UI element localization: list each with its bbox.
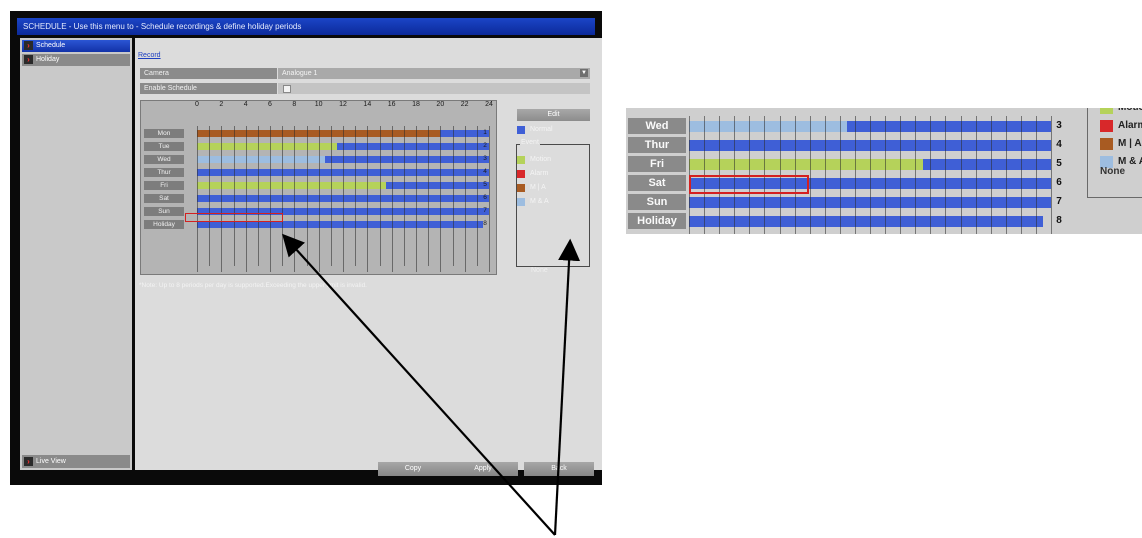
- arrow-to-none: [553, 238, 581, 536]
- arrow-to-grid: [282, 233, 556, 536]
- annotation-arrows: [282, 233, 581, 536]
